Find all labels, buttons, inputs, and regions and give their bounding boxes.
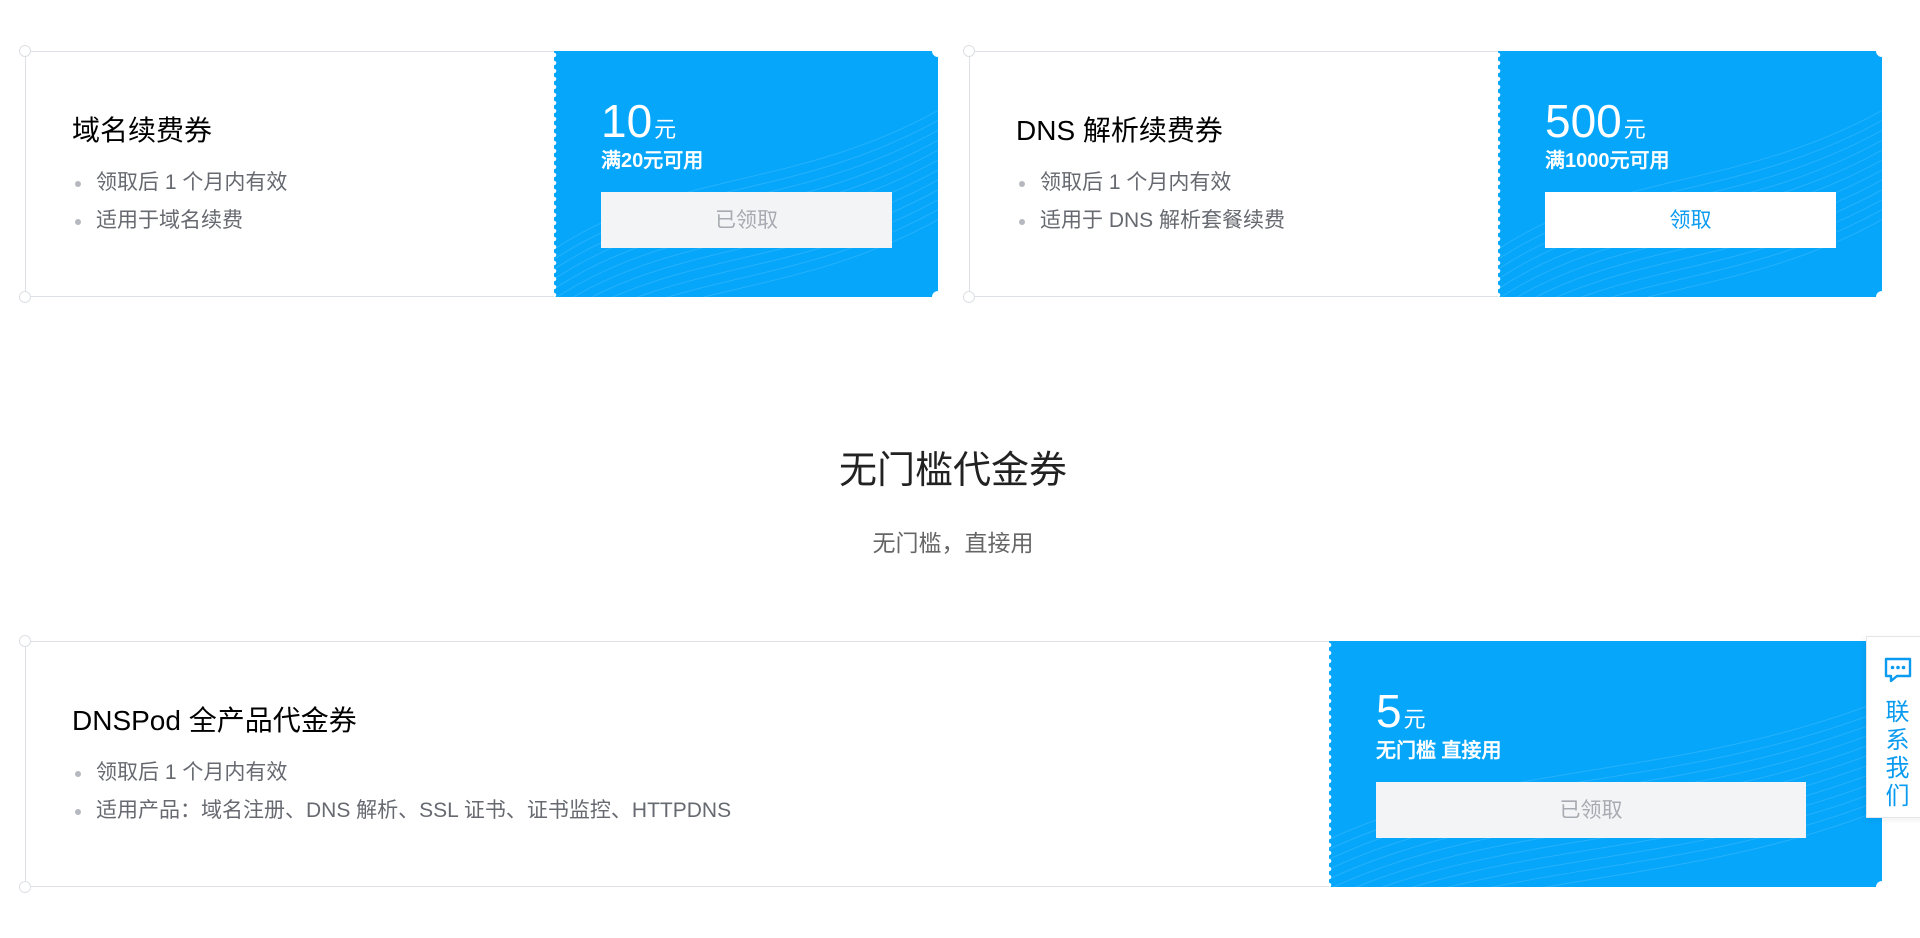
claim-button[interactable]: 领取 — [1545, 192, 1836, 248]
coupon-notch — [19, 45, 31, 57]
contact-us-label: 联系我们 — [1885, 699, 1910, 810]
coupon-perforation — [1498, 51, 1502, 297]
coupon-card-domain-renewal: 域名续费券 领取后 1 个月内有效 适用于域名续费 10元 满20元可用 已领取 — [19, 45, 944, 303]
coupon-rule: 适用于域名续费 — [72, 202, 554, 240]
coupon-title: DNSPod 全产品代金券 — [72, 705, 357, 736]
coupon-notch — [1876, 881, 1888, 893]
coupon-info: DNSPod 全产品代金券 领取后 1 个月内有效 适用产品：域名注册、DNS … — [26, 642, 1329, 886]
coupon-amount-value: 10 — [601, 95, 653, 147]
coupon-rule: 领取后 1 个月内有效 — [72, 754, 1329, 792]
coupon-card-all-products: DNSPod 全产品代金券 领取后 1 个月内有效 适用产品：域名注册、DNS … — [19, 635, 1888, 893]
coupon-notch — [19, 881, 31, 893]
coupon-price-panel: 500元 满1000元可用 领取 — [1498, 51, 1882, 297]
coupon-rules: 领取后 1 个月内有效 适用于 DNS 解析套餐续费 — [1016, 164, 1498, 240]
coupon-card-dns-renewal: DNS 解析续费券 领取后 1 个月内有效 适用于 DNS 解析套餐续费 500… — [963, 45, 1888, 303]
coupon-notch — [1876, 45, 1888, 57]
chat-icon — [1884, 657, 1911, 683]
coupon-amount-value: 500 — [1545, 95, 1622, 147]
section-subtitle: 无门槛，直接用 — [872, 530, 1034, 556]
coupon-amount-unit: 元 — [1623, 117, 1646, 142]
coupon-condition: 无门槛 直接用 — [1376, 740, 1502, 762]
coupon-notch — [963, 291, 975, 303]
coupon-condition: 满1000元可用 — [1545, 150, 1670, 172]
coupon-amount: 5元 — [1376, 685, 1836, 737]
coupon-info: DNS 解析续费券 领取后 1 个月内有效 适用于 DNS 解析套餐续费 — [970, 52, 1498, 296]
coupon-rule: 领取后 1 个月内有效 — [72, 164, 554, 202]
coupon-perforation — [554, 51, 558, 297]
coupon-amount-unit: 元 — [1403, 707, 1426, 732]
coupon-notch — [932, 45, 944, 57]
coupon-info: 域名续费券 领取后 1 个月内有效 适用于域名续费 — [26, 52, 554, 296]
claimed-button[interactable]: 已领取 — [1376, 782, 1806, 838]
contact-us-float[interactable]: 联系我们 — [1866, 636, 1920, 818]
coupon-amount: 500元 — [1545, 95, 1836, 147]
claimed-button[interactable]: 已领取 — [601, 192, 892, 248]
coupon-amount: 10元 — [601, 95, 892, 147]
coupon-rule: 适用产品：域名注册、DNS 解析、SSL 证书、证书监控、HTTPDNS — [72, 792, 1329, 830]
coupon-price-panel: 10元 满20元可用 已领取 — [554, 51, 938, 297]
coupon-rules: 领取后 1 个月内有效 适用于域名续费 — [72, 164, 554, 240]
coupon-rule: 适用于 DNS 解析套餐续费 — [1016, 202, 1498, 240]
coupon-price-panel: 5元 无门槛 直接用 已领取 — [1329, 641, 1882, 887]
coupon-title: DNS 解析续费券 — [1016, 115, 1223, 146]
coupon-notch — [1876, 291, 1888, 303]
coupon-notch — [19, 291, 31, 303]
coupon-rule: 领取后 1 个月内有效 — [1016, 164, 1498, 202]
coupon-amount-unit: 元 — [654, 117, 677, 142]
coupon-title: 域名续费券 — [72, 115, 213, 146]
coupon-rules: 领取后 1 个月内有效 适用产品：域名注册、DNS 解析、SSL 证书、证书监控… — [72, 754, 1329, 830]
coupon-condition: 满20元可用 — [601, 150, 704, 172]
section-title: 无门槛代金券 — [838, 450, 1067, 492]
coupon-notch — [963, 45, 975, 57]
coupon-perforation — [1329, 641, 1333, 887]
coupon-notch — [932, 291, 944, 303]
coupon-amount-value: 5 — [1376, 685, 1402, 737]
coupon-notch — [19, 635, 31, 647]
coupon-page: 域名续费券 领取后 1 个月内有效 适用于域名续费 10元 满20元可用 已领取… — [0, 0, 1920, 938]
